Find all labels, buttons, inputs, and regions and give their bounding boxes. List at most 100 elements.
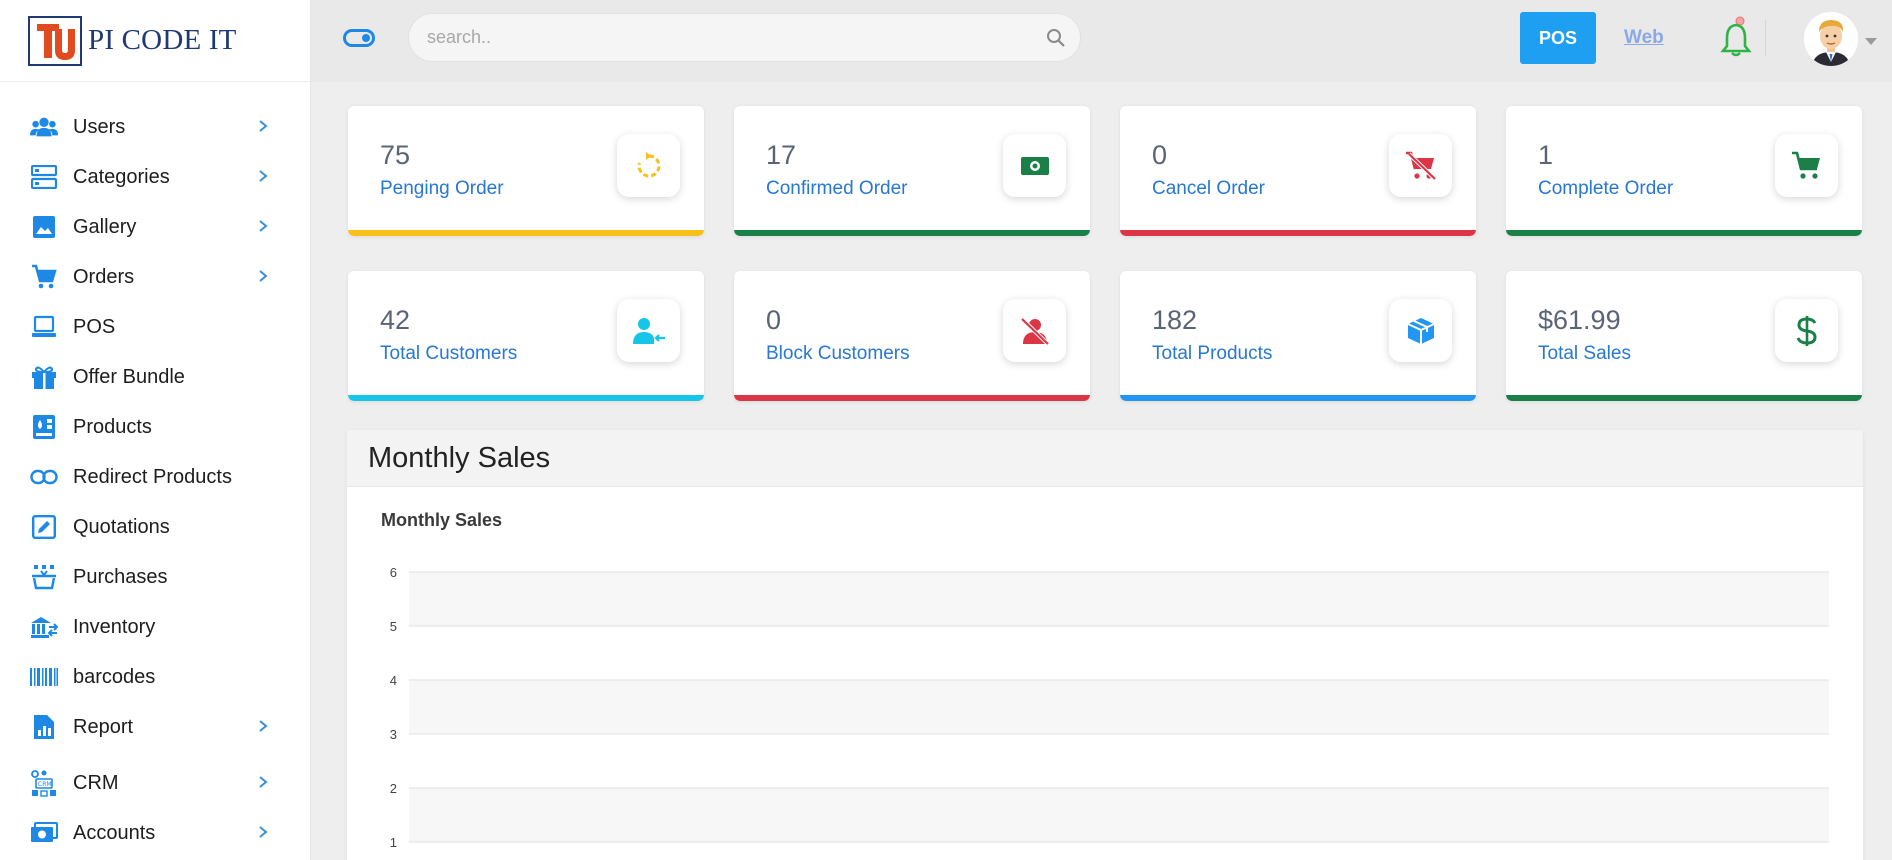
laptop-icon bbox=[30, 313, 58, 341]
sidebar-item-crm[interactable]: CRM CRM bbox=[0, 758, 310, 808]
stat-card-confirmed-order[interactable]: 17 Confirmed Order bbox=[734, 106, 1090, 236]
stat-card-cancel-order[interactable]: 0 Cancel Order bbox=[1120, 106, 1476, 236]
chevron-right-icon bbox=[258, 719, 268, 738]
search-input[interactable] bbox=[427, 27, 1027, 48]
sidebar-item-label: Accounts bbox=[73, 821, 156, 844]
sidebar-item-report[interactable]: Report bbox=[0, 702, 310, 752]
sidebar-item-users[interactable]: Users bbox=[0, 102, 310, 152]
y-tick-label: 6 bbox=[390, 565, 397, 580]
dollar-icon bbox=[1775, 299, 1838, 362]
chevron-right-icon bbox=[258, 169, 268, 188]
sidebar-item-label: Products bbox=[73, 415, 152, 438]
brand-name: PI CODE IT bbox=[88, 24, 237, 56]
card-accent-bar bbox=[1120, 230, 1476, 236]
brand-logo[interactable]: PI CODE IT bbox=[0, 0, 310, 82]
chevron-right-icon bbox=[258, 825, 268, 844]
sidebar-item-inventory[interactable]: Inventory bbox=[0, 602, 310, 652]
cart-cancel-icon bbox=[1389, 134, 1452, 197]
user-avatar[interactable] bbox=[1804, 12, 1858, 66]
sidebar-item-orders[interactable]: Orders bbox=[0, 252, 310, 302]
search-icon[interactable] bbox=[1046, 28, 1066, 53]
users-icon bbox=[30, 113, 58, 141]
user-slash-icon bbox=[1003, 299, 1066, 362]
stat-label: Cancel Order bbox=[1152, 178, 1265, 199]
y-tick-label: 3 bbox=[390, 727, 397, 742]
stat-value: 75 bbox=[380, 140, 411, 170]
web-link[interactable]: Web bbox=[1624, 27, 1664, 49]
card-accent-bar bbox=[1506, 230, 1862, 236]
sidebar-item-quotations[interactable]: Quotations bbox=[0, 502, 310, 552]
sidebar-item-categories[interactable]: Categories bbox=[0, 152, 310, 202]
stat-value: 17 bbox=[766, 140, 797, 170]
card-accent-bar bbox=[734, 230, 1090, 236]
y-tick-label: 5 bbox=[390, 619, 397, 634]
gift-icon bbox=[30, 363, 58, 391]
sidebar-item-label: CRM bbox=[73, 771, 119, 794]
stat-card-block-customers[interactable]: 0 Block Customers bbox=[734, 271, 1090, 401]
sidebar-item-label: Users bbox=[73, 115, 126, 138]
stat-label: Block Customers bbox=[766, 343, 910, 364]
money-bill-icon bbox=[1003, 134, 1066, 197]
chevron-right-icon bbox=[258, 219, 268, 238]
svg-text:CRM: CRM bbox=[38, 781, 52, 788]
pos-button[interactable]: POS bbox=[1520, 12, 1596, 64]
stat-card-total-customers[interactable]: 42 Total Customers bbox=[348, 271, 704, 401]
monthly-sales-chart: 6 5 4 3 2 1 bbox=[390, 565, 1829, 850]
sidebar-item-label: Report bbox=[73, 715, 134, 738]
monthly-sales-panel: Monthly Sales Monthly Sales 654321 bbox=[347, 430, 1863, 860]
categories-icon bbox=[30, 163, 58, 191]
cart-icon bbox=[30, 263, 58, 291]
chevron-right-icon bbox=[258, 119, 268, 138]
stat-label: Total Customers bbox=[380, 343, 518, 364]
link-icon bbox=[30, 463, 58, 491]
caret-down-icon[interactable] bbox=[1864, 33, 1878, 51]
edit-icon bbox=[30, 513, 58, 541]
crm-icon: CRM bbox=[30, 769, 58, 797]
sidebar-item-accounts[interactable]: Accounts bbox=[0, 808, 310, 858]
card-accent-bar bbox=[1120, 395, 1476, 401]
stat-value: $61.99 bbox=[1538, 305, 1621, 335]
stat-value: 182 bbox=[1152, 305, 1198, 335]
stat-value: 0 bbox=[766, 305, 782, 335]
money-icon bbox=[30, 819, 58, 847]
chevron-right-icon bbox=[258, 269, 268, 288]
card-accent-bar bbox=[734, 395, 1090, 401]
sidebar-item-pos[interactable]: POS bbox=[0, 302, 310, 352]
stat-label: Complete Order bbox=[1538, 178, 1674, 199]
stat-card-complete-order[interactable]: 1 Complete Order bbox=[1506, 106, 1862, 236]
card-accent-bar bbox=[348, 230, 704, 236]
sidebar-item-redirect-products[interactable]: Redirect Products bbox=[0, 452, 310, 502]
y-tick-label: 1 bbox=[390, 835, 397, 850]
sidebar: PI CODE IT Users Categories Gallery Orde… bbox=[0, 0, 311, 860]
card-accent-bar bbox=[1506, 395, 1862, 401]
barcode-icon bbox=[30, 663, 58, 691]
stat-card-pending-order[interactable]: 75 Penging Order bbox=[348, 106, 704, 236]
chevron-right-icon bbox=[258, 775, 268, 794]
cart-icon bbox=[1775, 134, 1838, 197]
sidebar-item-label: Categories bbox=[73, 165, 170, 188]
sidebar-toggle-icon[interactable] bbox=[343, 29, 375, 52]
sidebar-item-label: Orders bbox=[73, 265, 135, 288]
user-arrow-icon bbox=[617, 299, 680, 362]
stat-label: Penging Order bbox=[380, 178, 504, 199]
sidebar-item-products[interactable]: Products bbox=[0, 402, 310, 452]
topbar-divider bbox=[1765, 20, 1766, 56]
sidebar-item-label: Inventory bbox=[73, 615, 156, 638]
stat-card-total-products[interactable]: 182 Total Products bbox=[1120, 271, 1476, 401]
sidebar-item-offer-bundle[interactable]: Offer Bundle bbox=[0, 352, 310, 402]
topbar: POS Web bbox=[311, 0, 1892, 82]
sidebar-item-purchases[interactable]: Purchases bbox=[0, 552, 310, 602]
chart-grid-band bbox=[409, 572, 1829, 626]
stat-value: 0 bbox=[1152, 140, 1168, 170]
refresh-icon bbox=[617, 134, 680, 197]
sidebar-item-label: Purchases bbox=[73, 565, 168, 588]
y-tick-label: 4 bbox=[390, 673, 397, 688]
sidebar-item-label: Quotations bbox=[73, 515, 170, 538]
sidebar-item-barcodes[interactable]: barcodes bbox=[0, 652, 310, 702]
card-accent-bar bbox=[348, 395, 704, 401]
stat-card-total-sales[interactable]: $61.99 Total Sales bbox=[1506, 271, 1862, 401]
stat-value: 42 bbox=[380, 305, 411, 335]
sidebar-item-label: Offer Bundle bbox=[73, 365, 185, 388]
notification-bell-icon[interactable] bbox=[1719, 16, 1753, 63]
sidebar-item-gallery[interactable]: Gallery bbox=[0, 202, 310, 252]
